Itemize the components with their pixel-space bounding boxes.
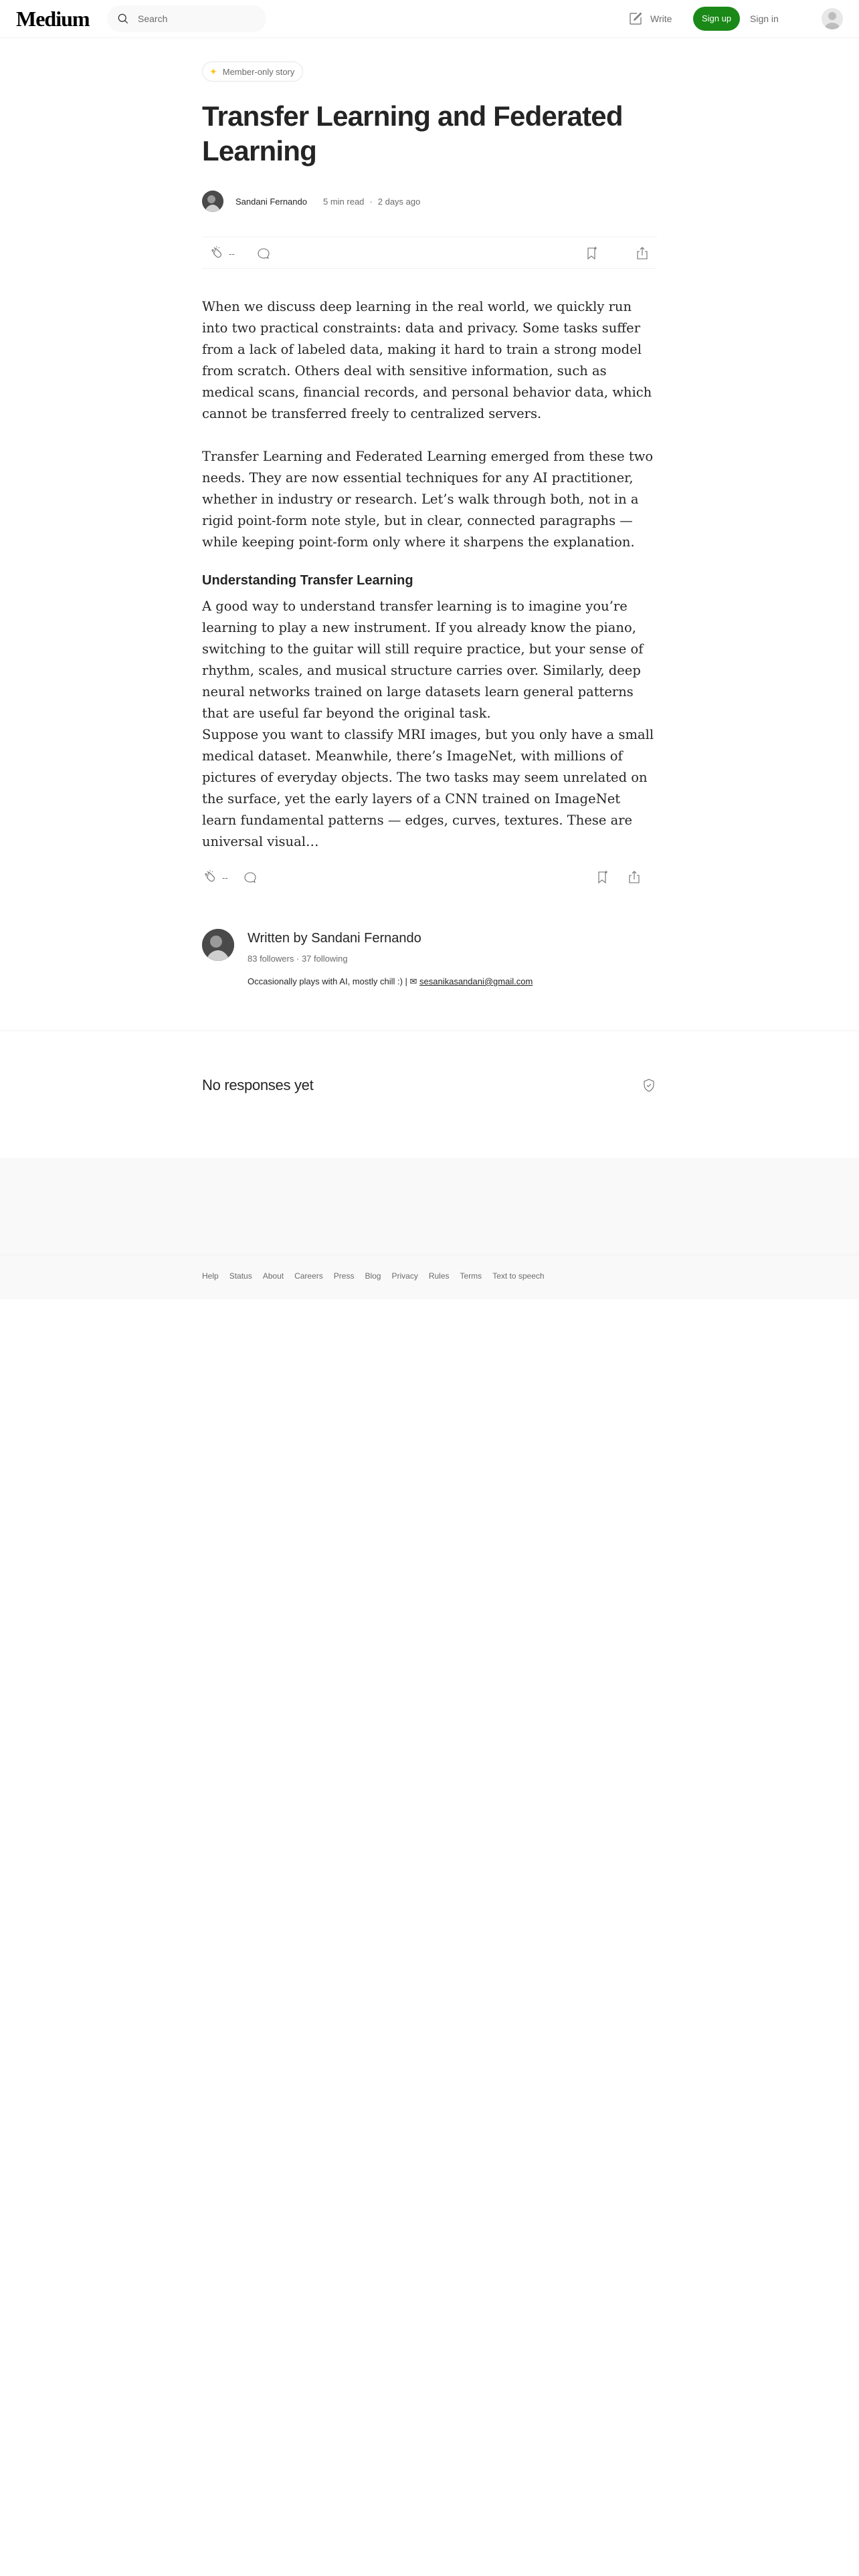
article-action-bar-top: -- — [202, 237, 657, 269]
share-button[interactable] — [634, 245, 650, 261]
write-button[interactable]: Write — [628, 10, 672, 27]
footer-link-press[interactable]: Press — [334, 1270, 355, 1282]
following-count[interactable]: 37 following — [302, 954, 348, 964]
article-action-bar-bottom: -- — [202, 861, 657, 893]
bookmark-icon — [598, 871, 607, 884]
clap-button[interactable]: -- — [209, 245, 235, 261]
bio-text: Occasionally plays with AI, mostly chill… — [248, 976, 420, 986]
member-only-badge: ✦ Member-only story — [202, 62, 304, 82]
footer-links: Help Status About Careers Press Blog Pri… — [202, 1270, 545, 1282]
search-placeholder: Search — [138, 13, 168, 24]
author-avatar-large[interactable] — [202, 929, 234, 961]
article-title: Transfer Learning and Federated Learning — [202, 100, 624, 167]
responses-heading: No responses yet — [202, 1077, 314, 1093]
top-navigation-bar: Medium Search Write Sign up Sign in — [0, 0, 859, 38]
footer: Help Status About Careers Press Blog Pri… — [0, 1255, 859, 1299]
stats-separator: · — [296, 954, 302, 964]
footer-link-status[interactable]: Status — [229, 1270, 252, 1282]
comment-icon — [244, 872, 256, 883]
footer-link-help[interactable]: Help — [202, 1270, 219, 1282]
write-icon — [630, 12, 642, 25]
clap-count: -- — [229, 248, 235, 259]
clap-button[interactable]: -- — [202, 869, 228, 885]
footer-link-privacy[interactable]: Privacy — [391, 1270, 417, 1282]
bookmark-button[interactable] — [583, 245, 599, 261]
footer-link-rules[interactable]: Rules — [429, 1270, 450, 1282]
author-name[interactable]: Sandani Fernando — [235, 197, 307, 207]
article-paragraph: A good way to understand transfer learni… — [202, 599, 644, 721]
search-icon — [118, 13, 128, 24]
comment-button[interactable] — [256, 245, 272, 261]
author-email-link[interactable]: sesanikasandani@gmail.com — [419, 976, 533, 986]
shield-icon[interactable] — [641, 1077, 657, 1093]
medium-logo[interactable]: Medium — [16, 7, 90, 31]
bookmark-icon — [587, 247, 597, 260]
footer-link-careers[interactable]: Careers — [294, 1270, 323, 1282]
author-card: Written by Sandani Fernando 83 followers… — [202, 929, 657, 996]
share-icon — [637, 247, 648, 259]
publish-date: 2 days ago — [377, 196, 421, 207]
share-button[interactable] — [626, 869, 642, 885]
article-paragraph: Suppose you want to classify MRI images,… — [202, 727, 654, 849]
comment-button[interactable] — [242, 869, 258, 885]
author-bio: Occasionally plays with AI, mostly chill… — [248, 976, 533, 988]
article-paragraph: Transfer Learning and Federated Learning… — [202, 449, 654, 550]
byline: Sandani Fernando 5 min read · 2 days ago — [202, 189, 420, 213]
footer-link-text-to-speech[interactable]: Text to speech — [492, 1270, 544, 1282]
article-paragraph: When we discuss deep learning in the rea… — [202, 299, 652, 421]
author-avatar[interactable] — [202, 191, 223, 212]
write-label: Write — [650, 13, 672, 24]
clap-count: -- — [222, 872, 228, 883]
clap-icon — [205, 870, 215, 882]
bookmark-button[interactable] — [594, 869, 610, 885]
comment-icon — [258, 248, 270, 259]
star-icon: ✦ — [209, 66, 217, 77]
footer-link-about[interactable]: About — [263, 1270, 284, 1282]
search-box[interactable]: Search — [107, 5, 266, 32]
section-heading: Understanding Transfer Learning — [202, 573, 413, 588]
member-only-label: Member-only story — [222, 66, 295, 77]
sign-in-link[interactable]: Sign in — [750, 12, 779, 25]
read-time: 5 min read — [322, 196, 365, 207]
followers-count[interactable]: 83 followers — [248, 954, 294, 964]
clap-icon — [211, 246, 221, 258]
share-icon — [629, 871, 640, 883]
written-by-heading[interactable]: Written by Sandani Fernando — [248, 929, 421, 948]
user-avatar-icon[interactable] — [822, 8, 843, 29]
byline-separator: · — [369, 196, 373, 207]
footer-link-blog[interactable]: Blog — [365, 1270, 381, 1282]
footer-link-terms[interactable]: Terms — [460, 1270, 482, 1282]
follow-stats: 83 followers · 37 following — [248, 953, 348, 965]
sign-up-button[interactable]: Sign up — [693, 7, 740, 31]
